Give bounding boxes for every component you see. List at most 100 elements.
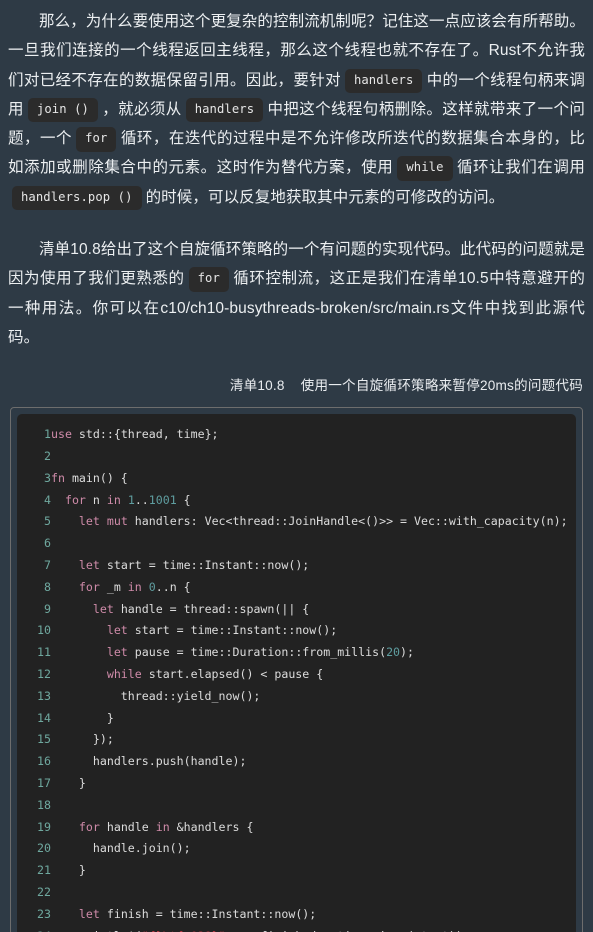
prose-run: ，就必须从 [101,100,182,118]
code-token-kw: for [78,579,100,594]
line-number: 18 [37,797,51,812]
line-number: 1 [44,427,51,442]
code-token-pl: { [176,492,191,507]
code-token-kw: in [155,819,170,834]
code-line-content: handlers.push(handle); [51,751,576,773]
line-number: 16 [37,754,51,769]
code-line-content: let finish = time::Instant::now(); [51,904,576,926]
code-token-pl: main() { [64,470,128,485]
line-number: 2 [44,449,51,464]
code-line-content [51,795,576,817]
code-line-content: use std::{thread, time}; [51,424,576,446]
code-line-content: fn main() { [51,468,576,490]
code-token-str: {:02?}" [177,929,226,932]
code-line-content: println!("{}\t{:02?}", n, finish.duratio… [51,926,576,932]
inline-code: for [76,127,117,152]
code-token-pl: finish = time::Instant::now(); [99,906,317,921]
paragraph-1: 那么，为什么要使用这个更复杂的控制流机制呢？记住这一点应该会有所帮助。一旦我们连… [8,0,585,212]
code-line: 1 use std::{thread, time}; [17,424,576,446]
code-line: 4 for n in 1..1001 { [17,490,576,512]
code-token-kw: for [64,492,86,507]
line-number: 21 [37,863,51,878]
line-number: 17 [37,776,51,791]
line-number: 22 [37,885,51,899]
code-token-pl: &handlers { [169,819,254,834]
line-number: 7 [44,558,51,573]
code-line-content: for _m in 0..n { [51,577,576,599]
code-token-pl: _m [99,579,128,594]
code-line: 21 } [17,860,576,882]
line-number: 3 [44,470,51,485]
code-line-content: let start = time::Instant::now(); [51,620,576,642]
code-token-pl: , n, finish.duration_since(start)); [226,929,470,932]
prose-run: 循环让我们在调用 [456,159,585,177]
code-line: 18 [17,795,576,817]
line-number: 20 [37,841,51,856]
code-line-content: for n in 1..1001 { [51,490,576,512]
code-token-kw: for [78,819,100,834]
code-line: 11 let pause = time::Duration::from_mill… [17,642,576,664]
code-token-pl: start = time::Instant::now(); [127,623,338,638]
code-line: 23 let finish = time::Instant::now(); [17,904,576,926]
line-number: 24 [17,926,51,932]
code-token-str: "{} [142,929,163,932]
code-token-esc: \t [163,929,177,932]
code-line: 15 }); [17,729,576,751]
code-line-content [51,882,576,904]
inline-code: for [188,267,229,292]
line-number: 8 [44,579,51,594]
code-token-pl: }); [51,732,114,747]
code-line-content: let handle = thread::spawn(|| { [51,599,576,621]
inline-code: handlers [344,68,423,94]
code-token-kw: let [78,514,100,529]
code-token-kw: fn [51,470,65,485]
line-number: 13 [37,688,51,703]
inline-code: while [397,156,453,181]
code-line: 10 let start = time::Instant::now(); [17,620,576,642]
listing-caption: 清单10.8 使用一个自旋循环策略来暂停20ms的问题代码 [0,374,593,394]
code-block[interactable]: 1 use std::{thread, time}; 2 3 fn main() {4… [17,414,576,932]
code-line-content: } [51,860,576,882]
page-root: 那么，为什么要使用这个更复杂的控制流机制呢？记住这一点应该会有所帮助。一旦我们连… [0,0,593,932]
code-token-num: 0 [148,579,156,594]
code-line-content: } [51,708,576,730]
code-line: 13 thread::yield_now(); [17,686,576,708]
code-line-content [51,533,576,555]
code-table: 1 use std::{thread, time}; 2 3 fn main() {4… [17,424,576,932]
line-number: 23 [37,906,51,921]
line-number: 15 [37,732,51,747]
code-line: 24 println!("{}\t{:02?}", n, finish.dura… [17,926,576,932]
line-number: 11 [37,645,51,660]
code-token-pl: } [51,863,86,878]
line-number: 14 [37,710,51,725]
code-token-pl: handlers.push(handle); [51,754,247,769]
code-line: 22 [17,882,576,904]
code-line-content: } [51,773,576,795]
code-token-pl: thread::yield_now(); [51,688,261,703]
code-line-content: for handle in &handlers { [51,817,576,839]
code-line: 2 [17,446,576,468]
line-number: 19 [37,819,51,834]
caption-number: 清单10.8 [229,378,285,394]
code-token-num: 1001 [148,492,177,507]
code-token-pl: .. [134,492,149,507]
code-token-num: 20 [386,645,401,660]
inline-code: handlers [185,97,264,123]
code-line: 19 for handle in &handlers { [17,817,576,839]
code-line-content [51,446,576,468]
code-token-pl: std::{thread, time}; [71,427,219,442]
code-token-pl: start = time::Instant::now(); [99,558,310,573]
code-token-kw: while [106,667,142,682]
code-token-kw: in [127,579,142,594]
